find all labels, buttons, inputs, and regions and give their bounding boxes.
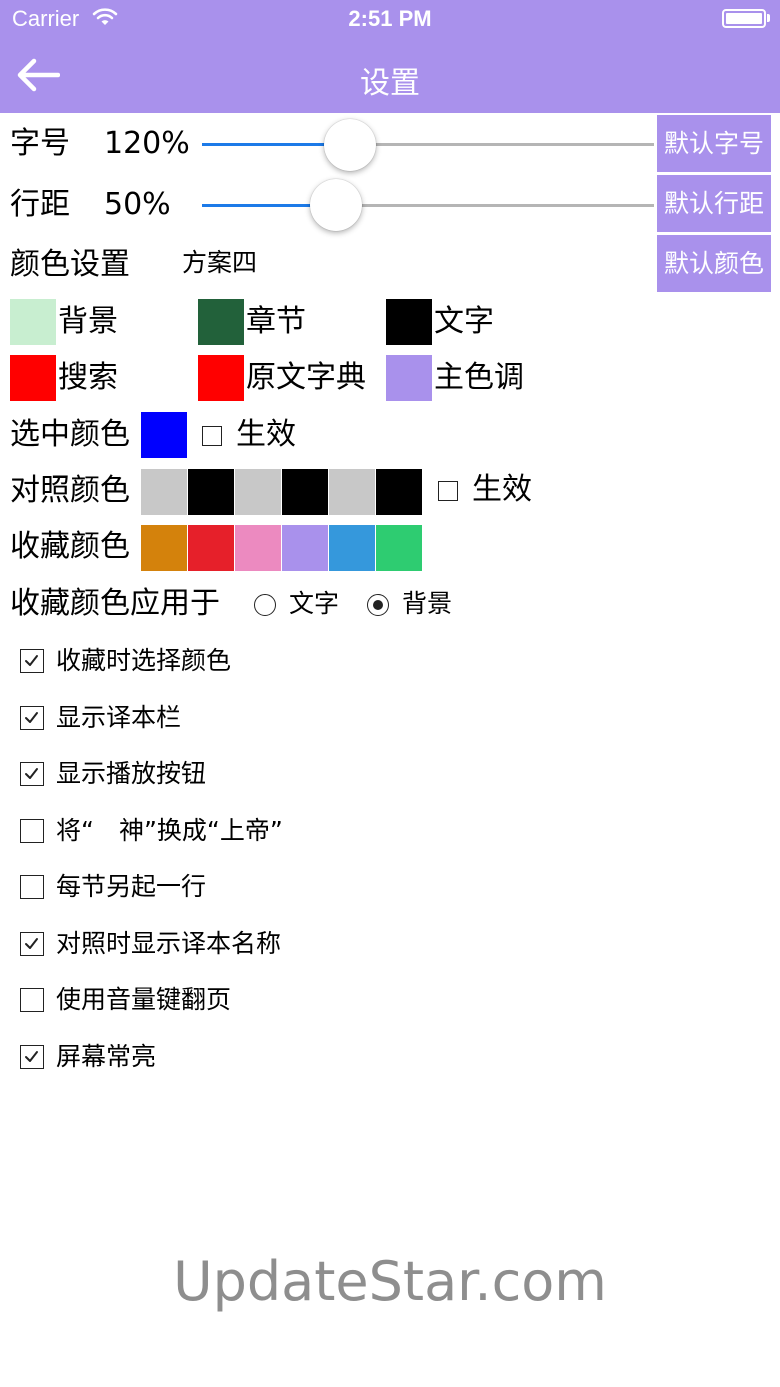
- selection-color-label: 选中颜色: [10, 417, 130, 452]
- watermark: UpdateStar.com: [173, 1250, 607, 1313]
- option-label: 使用音量键翻页: [56, 985, 232, 1014]
- apply-to-text-label: 文字: [289, 589, 340, 618]
- dictionary-color-swatch[interactable]: [198, 355, 244, 401]
- option-label: 收藏时选择颜色: [56, 646, 232, 675]
- theme-color-label: 主色调: [434, 360, 524, 395]
- favorite-color-swatch-2[interactable]: [188, 525, 234, 571]
- battery-tip: [767, 14, 770, 22]
- favorite-color-strip: [141, 525, 423, 571]
- checkmark-icon: [25, 655, 38, 666]
- default-color-button[interactable]: 默认颜色: [657, 235, 771, 292]
- favorite-color-swatch-1[interactable]: [141, 525, 187, 571]
- option-label: 每节另起一行: [56, 872, 207, 901]
- favorite-color-swatch-5[interactable]: [329, 525, 375, 571]
- favorite-apply-label: 收藏颜色应用于: [10, 586, 220, 621]
- option-label: 将“ 神”换成“上帝”: [56, 815, 283, 845]
- checkbox[interactable]: [20, 988, 44, 1012]
- compare-color-swatch-1[interactable]: [141, 469, 187, 515]
- line-spacing-value: 50%: [104, 187, 171, 222]
- battery-icon: [722, 9, 766, 28]
- favorite-color-label: 收藏颜色: [10, 529, 130, 564]
- checkbox[interactable]: [20, 649, 44, 673]
- compare-color-swatch-2[interactable]: [188, 469, 234, 515]
- apply-to-background-label: 背景: [402, 589, 453, 618]
- background-color-swatch[interactable]: [10, 299, 56, 345]
- theme-color-swatch[interactable]: [386, 355, 432, 401]
- chapter-color-swatch[interactable]: [198, 299, 244, 345]
- compare-color-swatch-3[interactable]: [235, 469, 281, 515]
- selection-color-toggle-label: 生效: [236, 417, 296, 452]
- checkmark-icon: [25, 937, 38, 949]
- compare-color-swatch-4[interactable]: [282, 469, 328, 515]
- option-label: 屏幕常亮: [56, 1041, 157, 1071]
- apply-to-text-radio[interactable]: [254, 594, 276, 616]
- checkbox[interactable]: [20, 931, 44, 956]
- background-color-label: 背景: [58, 304, 118, 339]
- font-size-slider[interactable]: [202, 118, 654, 172]
- selection-color-swatch[interactable]: [141, 412, 187, 458]
- compare-color-swatch-5[interactable]: [329, 469, 375, 515]
- compare-color-toggle-label: 生效: [472, 472, 532, 507]
- compare-color-checkbox[interactable]: [438, 481, 458, 501]
- font-size-value: 120%: [104, 126, 190, 161]
- chapter-color-label: 章节: [246, 304, 306, 339]
- checkmark-icon: [25, 768, 38, 779]
- slider-track: [336, 204, 654, 207]
- slider-thumb[interactable]: [323, 119, 376, 171]
- checkmark-icon: [25, 711, 38, 723]
- option-label: 显示译本栏: [56, 702, 182, 732]
- dictionary-color-label: 原文字典: [246, 360, 366, 395]
- checkbox[interactable]: [20, 818, 44, 843]
- checkbox[interactable]: [20, 705, 44, 730]
- status-time: 2:51 PM: [348, 6, 432, 31]
- favorite-color-swatch-4[interactable]: [282, 525, 328, 571]
- default-font-size-button[interactable]: 默认字号: [657, 115, 771, 172]
- slider-track: [349, 143, 654, 146]
- compare-color-swatch-6[interactable]: [376, 469, 422, 515]
- favorite-color-swatch-6[interactable]: [376, 525, 422, 571]
- checkmark-icon: [25, 1050, 38, 1062]
- default-line-spacing-button[interactable]: 默认行距: [657, 175, 771, 232]
- compare-color-label: 对照颜色: [10, 473, 130, 508]
- checkbox[interactable]: [20, 875, 44, 899]
- selection-color-checkbox[interactable]: [202, 426, 222, 446]
- search-color-swatch[interactable]: [10, 355, 56, 401]
- checkbox[interactable]: [20, 1044, 44, 1069]
- text-color-swatch[interactable]: [386, 299, 432, 345]
- slider-thumb[interactable]: [310, 179, 363, 231]
- line-spacing-label: 行距: [10, 187, 70, 222]
- compare-color-strip: [141, 469, 423, 515]
- color-settings-label: 颜色设置: [10, 247, 130, 282]
- color-scheme-name[interactable]: 方案四: [182, 248, 257, 278]
- search-color-label: 搜索: [58, 360, 118, 395]
- line-spacing-slider[interactable]: [202, 178, 654, 232]
- text-color-label: 文字: [434, 304, 494, 339]
- checkbox[interactable]: [20, 762, 44, 786]
- page-title: 设置: [360, 66, 420, 101]
- option-label: 显示播放按钮: [56, 759, 207, 788]
- apply-to-background-radio[interactable]: [367, 594, 389, 616]
- radio-dot: [372, 599, 383, 610]
- font-size-label: 字号: [10, 126, 70, 161]
- option-label: 对照时显示译本名称: [56, 928, 282, 958]
- favorite-color-swatch-3[interactable]: [235, 525, 281, 571]
